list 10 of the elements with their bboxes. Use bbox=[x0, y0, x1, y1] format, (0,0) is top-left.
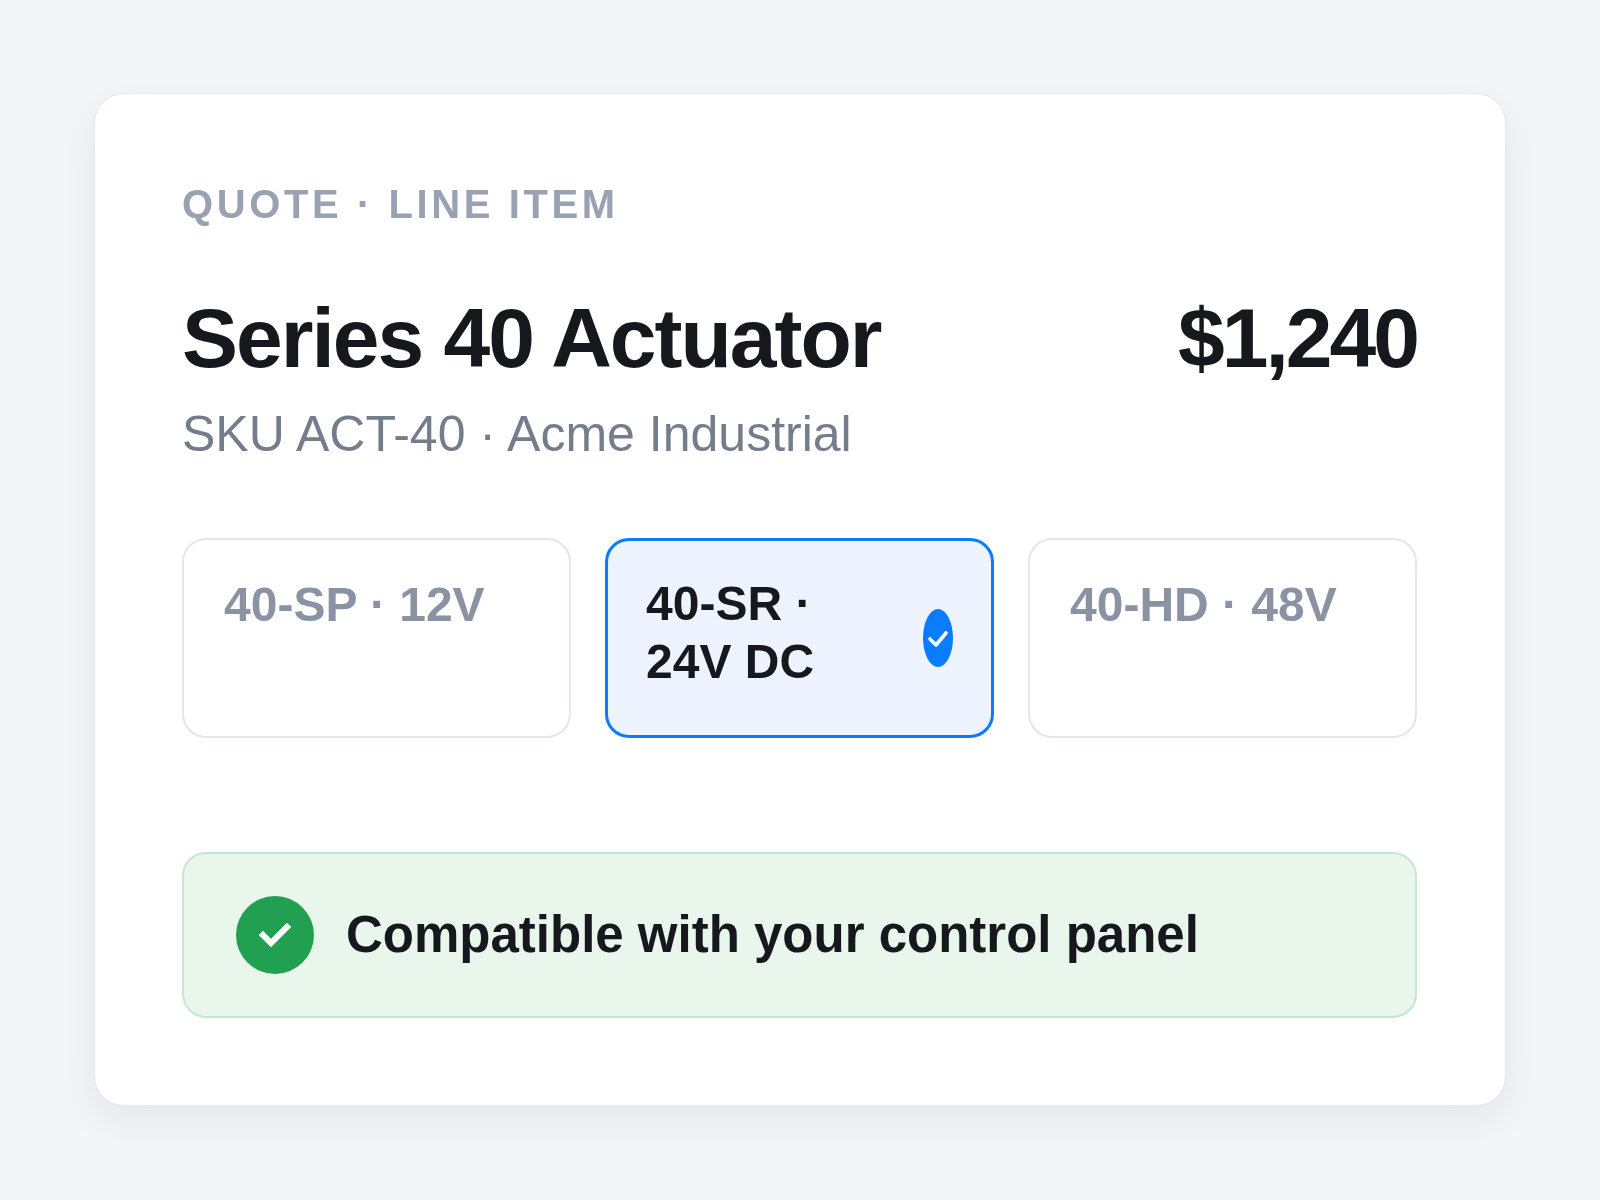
eyebrow-label: QUOTE · LINE ITEM bbox=[182, 181, 619, 228]
variant-option[interactable]: 40-SR · 24V DC bbox=[605, 538, 994, 738]
check-icon bbox=[923, 609, 953, 667]
check-circle-icon bbox=[236, 896, 314, 974]
variant-option[interactable]: 40-HD · 48V bbox=[1028, 538, 1417, 738]
product-title: Series 40 Actuator bbox=[182, 292, 881, 384]
compatibility-message: Compatible with your control panel bbox=[346, 905, 1199, 965]
product-price: $1,240 bbox=[1178, 292, 1417, 384]
product-subtitle: SKU ACT-40 · Acme Industrial bbox=[182, 405, 852, 464]
variant-option[interactable]: 40-SP · 12V bbox=[182, 538, 571, 738]
